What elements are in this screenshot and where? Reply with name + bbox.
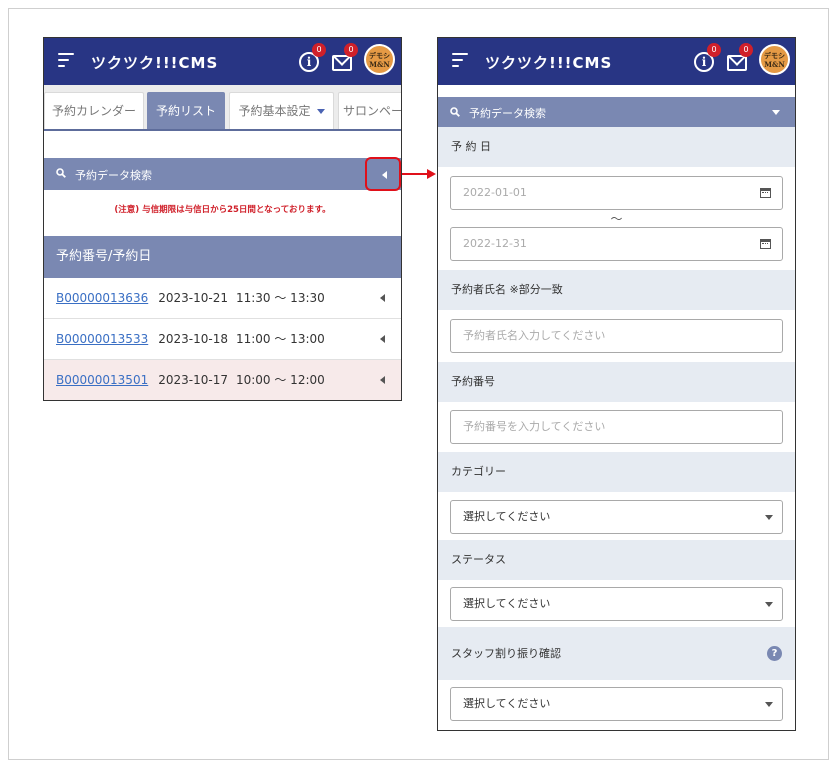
customer-name-input[interactable]: 予約者氏名入力してください — [450, 319, 783, 353]
status-select-value: 選択してください — [463, 597, 551, 610]
app-header: ツクツク!!!CMS i 0 0 デモシ M&N — [44, 38, 401, 85]
avatar-line2: M&N — [369, 60, 390, 69]
reservation-number-section-label: 予約番号 — [438, 362, 795, 402]
date-from-field[interactable]: 2022-01-01 — [450, 176, 783, 210]
chevron-down-icon — [316, 109, 325, 114]
search-panel-header[interactable]: 予約データ検索 — [438, 97, 795, 127]
app-header: ツクツク!!!CMS i 0 0 デモシ M&N — [438, 38, 795, 85]
tab-reservation-settings-label: 予約基本設定 — [238, 104, 311, 118]
list-header: 予約番号/予約日 — [44, 236, 401, 278]
reservation-row[interactable]: B00000013636 2023-10-21 11:30 〜 13:30 — [44, 278, 401, 319]
reservation-number-link[interactable]: B00000013501 — [56, 373, 148, 387]
reservation-date: 2023-10-18 — [158, 332, 228, 346]
tab-reservation-settings[interactable]: 予約基本設定 — [229, 92, 334, 129]
app-logo[interactable]: ツクツク!!!CMS — [485, 52, 612, 73]
tab-reservation-calendar[interactable]: 予約カレンダー — [44, 92, 144, 129]
chevron-down-icon — [765, 602, 773, 607]
tab-reservation-list[interactable]: 予約リスト — [147, 92, 225, 129]
avatar-line1: デモシ — [764, 51, 785, 60]
info-badge: 0 — [707, 43, 721, 57]
tab-bar: 予約カレンダー 予約リスト 予約基本設定 サロンペー — [44, 85, 401, 131]
reservation-time: 11:30 〜 13:30 — [235, 291, 325, 305]
reservation-number-input[interactable]: 予約番号を入力してください — [450, 410, 783, 444]
info-badge: 0 — [312, 43, 326, 57]
date-to-value: 2022-12-31 — [463, 237, 527, 250]
date-to-field[interactable]: 2022-12-31 — [450, 227, 783, 261]
search-icon — [56, 168, 66, 178]
avatar[interactable]: デモシ M&N — [364, 44, 395, 75]
search-panel-header[interactable]: 予約データ検索 — [44, 157, 401, 191]
staff-section-label: スタッフ割り振り確認 — [451, 647, 561, 660]
reservation-row[interactable]: B00000013501 2023-10-17 10:00 〜 12:00 — [44, 360, 401, 400]
status-section-label: ステータス — [438, 540, 795, 580]
category-section-label: カテゴリー — [438, 452, 795, 492]
avatar-line1: デモシ — [369, 51, 390, 60]
reservation-date: 2023-10-17 — [158, 373, 228, 387]
staff-assignment-select[interactable]: 選択してください — [450, 687, 783, 721]
tab-salon-page[interactable]: サロンペー — [338, 92, 401, 129]
category-select-value: 選択してください — [463, 510, 551, 523]
name-section-label: 予約者氏名 ※部分一致 — [438, 270, 795, 310]
avatar-line2: M&N — [764, 60, 785, 69]
avatar[interactable]: デモシ M&N — [759, 44, 790, 75]
mail-badge: 0 — [739, 43, 753, 57]
expand-row-icon[interactable] — [380, 294, 385, 302]
status-select[interactable]: 選択してください — [450, 587, 783, 621]
chevron-down-icon — [765, 702, 773, 707]
calendar-icon[interactable] — [760, 188, 771, 198]
mail-icon[interactable] — [332, 55, 352, 71]
category-select[interactable]: 選択してください — [450, 500, 783, 534]
callout-arrow-line — [402, 173, 428, 175]
help-icon[interactable]: ? — [767, 646, 782, 661]
menu-icon[interactable] — [58, 53, 74, 67]
chevron-down-icon — [765, 515, 773, 520]
date-from-value: 2022-01-01 — [463, 186, 527, 199]
reservation-time: 11:00 〜 13:00 — [235, 332, 325, 346]
search-icon — [450, 107, 460, 117]
app-logo[interactable]: ツクツク!!!CMS — [91, 52, 218, 73]
calendar-icon[interactable] — [760, 239, 771, 249]
reservation-number-link[interactable]: B00000013636 — [56, 291, 148, 305]
arrow-right-icon — [427, 169, 436, 179]
search-panel-label: 予約データ検索 — [469, 107, 546, 120]
mail-icon[interactable] — [727, 55, 747, 71]
expand-row-icon[interactable] — [380, 335, 385, 343]
reservation-number-link[interactable]: B00000013533 — [56, 332, 148, 346]
menu-icon[interactable] — [452, 53, 468, 67]
search-panel-label: 予約データ検索 — [75, 169, 152, 182]
reservation-time: 10:00 〜 12:00 — [235, 373, 325, 387]
chevron-down-icon[interactable] — [772, 110, 780, 115]
staff-section: スタッフ割り振り確認 ? — [438, 627, 795, 680]
reservation-date: 2023-10-21 — [158, 291, 228, 305]
date-range-separator: 〜 — [610, 212, 623, 226]
staff-select-value: 選択してください — [463, 697, 551, 710]
reservation-row[interactable]: B00000013533 2023-10-18 11:00 〜 13:00 — [44, 319, 401, 360]
expand-row-icon[interactable] — [380, 376, 385, 384]
mail-badge: 0 — [344, 43, 358, 57]
search-toggle-button[interactable] — [365, 157, 401, 191]
chevron-left-icon — [382, 171, 387, 179]
date-section-label: 予 約 日 — [438, 127, 795, 167]
credit-notice: (注意) 与信期限は与信日から25日間となっております。 — [114, 205, 331, 215]
search-form-screen: ツクツク!!!CMS i 0 0 デモシ M&N 予約データ検索 予 約 日 2… — [437, 37, 796, 731]
reservation-list-screen: ツクツク!!!CMS i 0 0 デモシ M&N 予約カレンダー 予約リスト 予… — [43, 37, 402, 401]
